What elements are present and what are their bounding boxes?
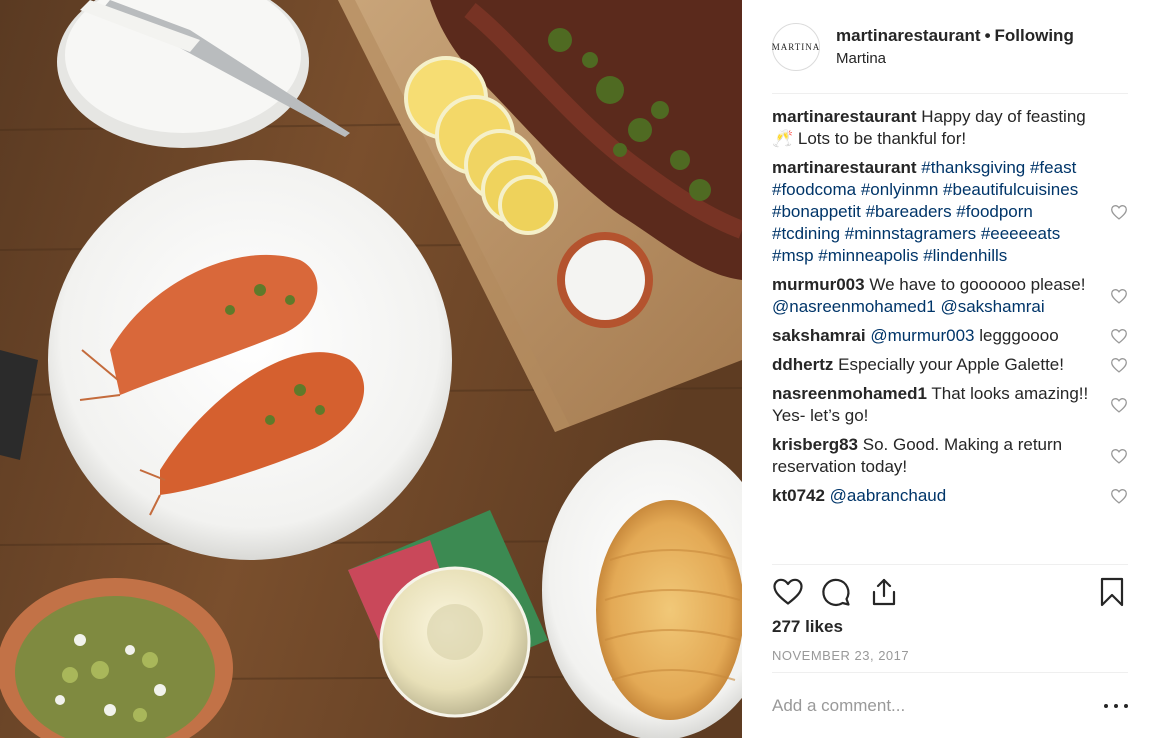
comment-button[interactable] — [820, 576, 852, 608]
heart-outline-icon — [1111, 449, 1127, 464]
comment-like-button[interactable] — [1110, 488, 1128, 504]
header-text: martinarestaurant • Following Martina — [836, 25, 1074, 70]
comment-username[interactable]: murmur003 — [772, 275, 865, 294]
comment-username[interactable]: martinarestaurant — [772, 107, 917, 126]
comment-text: Especially your Apple Galette! — [838, 355, 1064, 374]
comment-username[interactable]: ddhertz — [772, 355, 833, 374]
dot — [1124, 704, 1128, 708]
comment-item: nasreenmohamed1 That looks amazing!! Yes… — [772, 383, 1128, 427]
comment-item: sakshamrai @murmur003 legggoooo — [772, 325, 1128, 347]
header-divider — [772, 93, 1128, 94]
speech-bubble-icon — [822, 578, 850, 606]
avatar[interactable]: MARTINA — [772, 23, 820, 71]
post-header: MARTINA martinarestaurant • Following Mart… — [772, 21, 1128, 73]
username-link[interactable]: martinarestaurant — [836, 26, 981, 45]
heart-outline-icon — [1111, 489, 1127, 504]
likes-count[interactable]: 277 likes — [772, 616, 843, 638]
separator: • — [984, 25, 991, 45]
comment-like-button[interactable] — [1110, 288, 1128, 304]
comment-like-button[interactable] — [1110, 397, 1128, 413]
comment-like-button[interactable] — [1110, 357, 1128, 373]
heart-outline-icon — [1111, 358, 1127, 373]
like-button[interactable] — [772, 576, 804, 608]
save-button[interactable] — [1096, 576, 1128, 608]
post-photo[interactable] — [0, 0, 742, 738]
comments-divider — [772, 564, 1128, 565]
comments-list[interactable]: martinarestaurant Happy day of feasting … — [772, 106, 1128, 564]
comment-username[interactable]: kt0742 — [772, 486, 825, 505]
location-link[interactable]: Martina — [836, 48, 1074, 70]
comment-text: We have to goooooo please! — [869, 275, 1086, 294]
salt-bowl — [557, 232, 653, 328]
comment-username[interactable]: martinarestaurant — [772, 158, 917, 177]
bookmark-icon — [1100, 577, 1124, 607]
post-date: NOVEMBER 23, 2017 — [772, 648, 910, 663]
comment-like-button[interactable] — [1110, 328, 1128, 344]
comment-like-button[interactable] — [1110, 204, 1128, 220]
share-button[interactable] — [868, 576, 900, 608]
heart-outline-icon — [1111, 398, 1127, 413]
footer-divider — [772, 672, 1128, 673]
shrimp-plate — [48, 160, 452, 560]
comment-input[interactable] — [772, 696, 1092, 716]
share-upload-icon — [872, 578, 896, 606]
comment-mentions[interactable]: @murmur003 — [870, 326, 974, 345]
comment-username[interactable]: sakshamrai — [772, 326, 866, 345]
wine-glass — [379, 566, 531, 718]
post-sidebar: MARTINA martinarestaurant • Following Mart… — [742, 0, 1152, 738]
dot — [1104, 704, 1108, 708]
heart-outline-icon — [1111, 329, 1127, 344]
comment-item: kt0742 @aabranchaud — [772, 485, 1128, 507]
comment-item: murmur003 We have to goooooo please! @na… — [772, 274, 1128, 318]
comment-text: legggoooo — [979, 326, 1059, 345]
more-options-button[interactable] — [1104, 696, 1128, 716]
comment-item: krisberg83 So. Good. Making a return res… — [772, 434, 1128, 478]
header-top-line: martinarestaurant • Following — [836, 25, 1074, 47]
heart-outline-icon — [1111, 205, 1127, 220]
comment-like-button[interactable] — [1110, 448, 1128, 464]
action-bar — [772, 576, 1128, 608]
add-comment-row — [772, 694, 1128, 718]
follow-status-button[interactable]: Following — [995, 26, 1074, 45]
comment-item: martinarestaurant Happy day of feasting … — [772, 106, 1128, 150]
heart-outline-icon — [1111, 289, 1127, 304]
avatar-logo-text: MARTINA — [771, 42, 821, 52]
comment-username[interactable]: krisberg83 — [772, 435, 858, 454]
heart-outline-icon — [773, 578, 803, 605]
dot — [1114, 704, 1118, 708]
comment-username[interactable]: nasreenmohamed1 — [772, 384, 927, 403]
comment-item: martinarestaurant #thanksgiving #feast #… — [772, 157, 1128, 267]
comment-mentions[interactable]: @aabranchaud — [830, 486, 947, 505]
comment-item: ddhertz Especially your Apple Galette! — [772, 354, 1128, 376]
comment-mentions[interactable]: @nasreenmohamed1 @sakshamrai — [772, 297, 1045, 316]
food-photo-illustration — [0, 0, 742, 738]
